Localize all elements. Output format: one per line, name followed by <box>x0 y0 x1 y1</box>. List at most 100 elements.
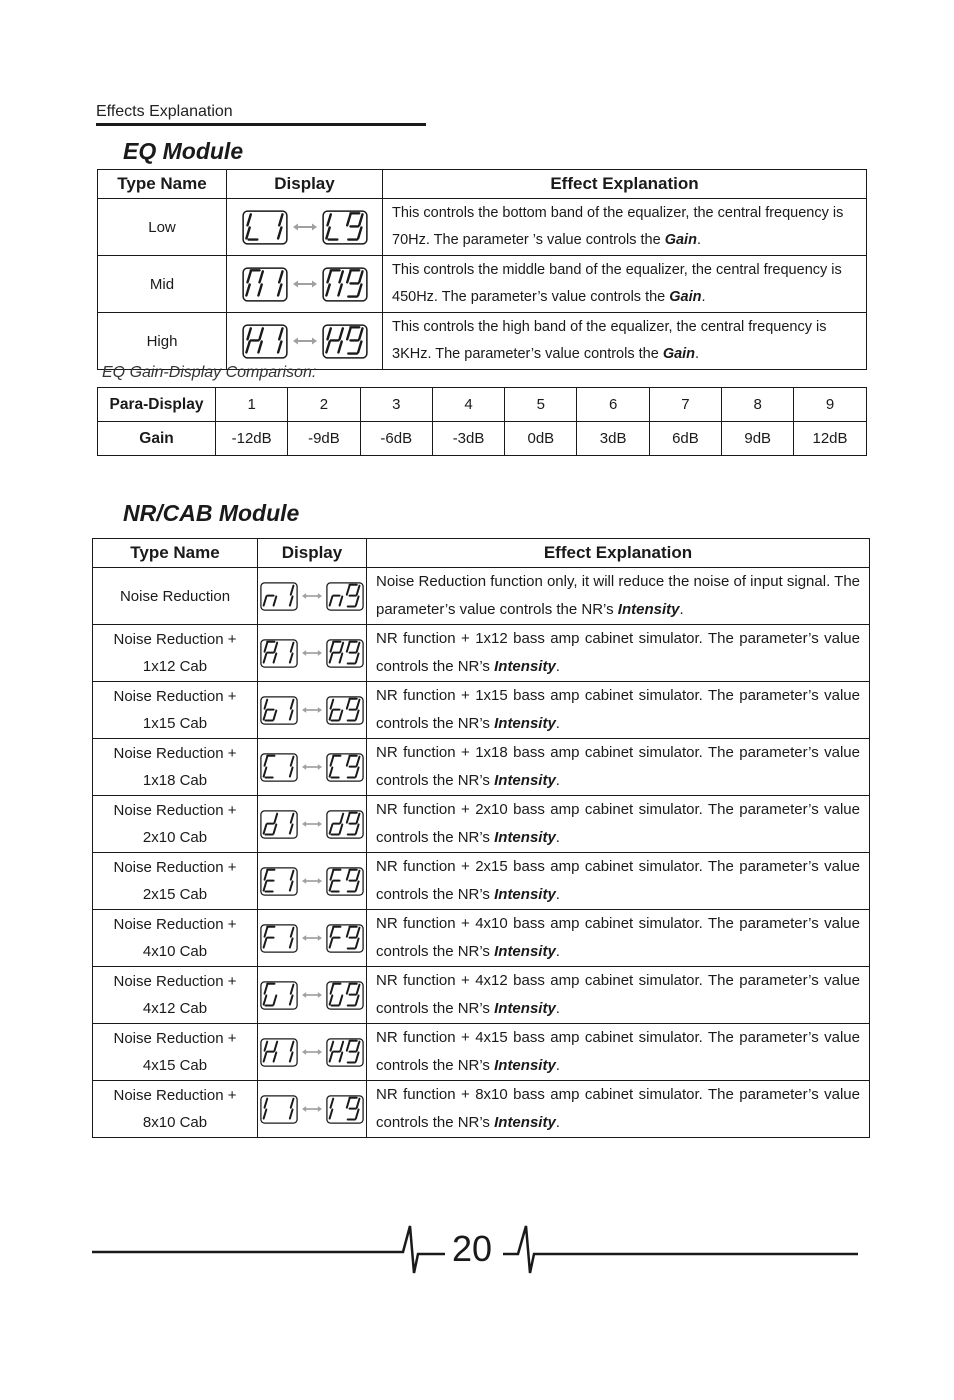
double-arrow-icon <box>302 707 322 713</box>
effect-explanation: NR function + 1x15 bass amp cabinet simu… <box>366 681 870 739</box>
gain-value: -6dB <box>359 421 433 456</box>
type-name: Noise Reduction + 2x10 Cab <box>92 795 258 853</box>
explanation-text: NR function + 4x15 bass amp cabinet simu… <box>376 1029 860 1074</box>
type-name-line1: Noise Reduction + <box>113 1030 237 1047</box>
seven-segment-display-icon <box>321 209 368 245</box>
emphasis-intensity: Intensity <box>494 1057 556 1074</box>
double-arrow-icon <box>292 223 317 231</box>
seven-segment-display-icon <box>260 809 298 839</box>
emphasis-intensity: Intensity <box>494 1114 556 1131</box>
nr-cab-module-title: NR/CAB Module <box>123 500 300 526</box>
display-cell <box>226 198 383 256</box>
nr-table-row: Noise Reduction + 2x10 Cab NR function + 2… <box>92 795 870 853</box>
type-name-line2: 2x15 Cab <box>142 886 208 903</box>
page-number: 20 <box>452 1228 493 1269</box>
explanation-text: NR function + 2x10 bass amp cabinet simu… <box>376 801 860 846</box>
gain-value: -12dB <box>214 421 289 456</box>
double-arrow-icon <box>302 593 322 599</box>
type-name: Noise Reduction + 2x15 Cab <box>92 852 258 910</box>
gain-value: -3dB <box>431 421 506 456</box>
eq-table-row: High This controls the high band of the e… <box>97 312 867 370</box>
gain-value: 0dB <box>504 421 578 456</box>
emphasis-gain: Gain <box>669 289 702 305</box>
effect-explanation: Noise Reduction function only, it will r… <box>366 567 870 625</box>
seven-segment-display-icon <box>326 695 364 725</box>
emphasis-intensity: Intensity <box>494 658 556 675</box>
type-name: Low <box>97 198 227 256</box>
eq-module-title: EQ Module <box>123 138 244 164</box>
type-name-line2: 8x10 Cab <box>142 1114 208 1131</box>
explanation-text: NR function + 2x15 bass amp cabinet simu… <box>376 858 860 903</box>
nr-cab-module-table: Type Name Display Effect Explanation Noi… <box>92 538 870 1138</box>
para-display-value: 2 <box>287 387 361 422</box>
para-display-value: 1 <box>214 387 289 422</box>
double-arrow-icon <box>302 992 322 998</box>
nr-table-row: Noise Reduction + 2x15 Cab NR function + 2… <box>92 852 870 910</box>
seven-segment-display-icon <box>326 809 364 839</box>
type-name: Noise Reduction <box>92 567 258 625</box>
explanation-period: . <box>555 886 560 903</box>
explanation-text: NR function + 1x18 bass amp cabinet simu… <box>376 744 860 789</box>
para-display-value: 6 <box>576 387 650 422</box>
effect-explanation: NR function + 8x10 bass amp cabinet simu… <box>366 1080 870 1138</box>
seven-segment-display-icon <box>326 1094 364 1124</box>
type-name-line1: Noise Reduction + <box>113 859 237 876</box>
double-arrow-icon <box>302 1106 322 1112</box>
seven-segment-display-icon <box>260 581 298 611</box>
double-arrow-icon <box>292 337 317 345</box>
seven-segment-display-icon <box>326 980 364 1010</box>
display-cell <box>257 567 367 625</box>
type-name-line1: Noise Reduction + <box>113 631 237 648</box>
gain-value: -9dB <box>287 421 361 456</box>
explanation-period: . <box>555 658 560 675</box>
explanation-text: This controls the bottom band of the equ… <box>392 205 844 248</box>
type-name-line1: Noise Reduction + <box>113 916 237 933</box>
effect-explanation: NR function + 4x15 bass amp cabinet simu… <box>366 1023 870 1081</box>
display-cell <box>257 681 367 739</box>
type-name-line1: Noise Reduction + <box>113 688 237 705</box>
nr-table-row: Noise Reduction + 4x12 Cab NR function + 4… <box>92 966 870 1024</box>
gain-value: 12dB <box>793 421 867 456</box>
column-header-type-name: Type Name <box>97 169 227 199</box>
seven-segment-display-icon <box>260 1094 298 1124</box>
explanation-text: NR function + 1x12 bass amp cabinet simu… <box>376 630 860 675</box>
seven-segment-display-icon <box>326 923 364 953</box>
gain-row: Gain -12dB -9dB -6dB -3dB 0dB 3dB 6dB 9dB 12dB <box>97 421 867 456</box>
explanation-period: . <box>555 772 560 789</box>
column-header-display: Display <box>257 538 367 568</box>
para-display-value: 4 <box>431 387 506 422</box>
double-arrow-icon <box>302 821 322 827</box>
column-header-effect-explanation: Effect Explanation <box>382 169 867 199</box>
emphasis-intensity: Intensity <box>494 886 556 903</box>
footer-pulse-right <box>503 1225 858 1274</box>
type-name-line1: Noise Reduction + <box>113 1087 237 1104</box>
effect-explanation: NR function + 4x12 bass amp cabinet simu… <box>366 966 870 1024</box>
type-name-line2: 1x12 Cab <box>142 658 208 675</box>
explanation-period: . <box>555 829 560 846</box>
gain-comparison-caption: EQ Gain-Display Comparison: <box>102 364 317 381</box>
effect-explanation: This controls the bottom band of the equ… <box>382 198 867 256</box>
type-name-line2: 4x15 Cab <box>142 1057 208 1074</box>
seven-segment-display-icon <box>241 323 288 359</box>
seven-segment-display-icon <box>326 752 364 782</box>
double-arrow-icon <box>302 935 322 941</box>
seven-segment-display-icon <box>260 1037 298 1067</box>
gain-comparison-table: Para-Display 123456789 Gain -12dB -9dB -6d… <box>97 387 867 456</box>
seven-segment-display-icon <box>326 581 364 611</box>
explanation-period: . <box>555 1057 560 1074</box>
nr-table-row: Noise Reduction Noise Reduction function … <box>92 567 870 625</box>
display-cell <box>257 795 367 853</box>
double-arrow-icon <box>292 280 317 288</box>
explanation-period: . <box>555 1114 560 1131</box>
double-arrow-icon <box>302 650 322 656</box>
type-name-line2: 4x10 Cab <box>142 943 208 960</box>
display-cell <box>257 966 367 1024</box>
emphasis-gain: Gain <box>664 232 697 248</box>
header-rule <box>96 123 426 126</box>
page-header-title: Effects Explanation <box>96 103 233 120</box>
effect-explanation: NR function + 4x10 bass amp cabinet simu… <box>366 909 870 967</box>
display-cell <box>257 909 367 967</box>
seven-segment-display-icon <box>260 695 298 725</box>
nr-table-row: Noise Reduction + 4x15 Cab NR function + 4… <box>92 1023 870 1081</box>
explanation-text: NR function + 1x15 bass amp cabinet simu… <box>376 687 860 732</box>
